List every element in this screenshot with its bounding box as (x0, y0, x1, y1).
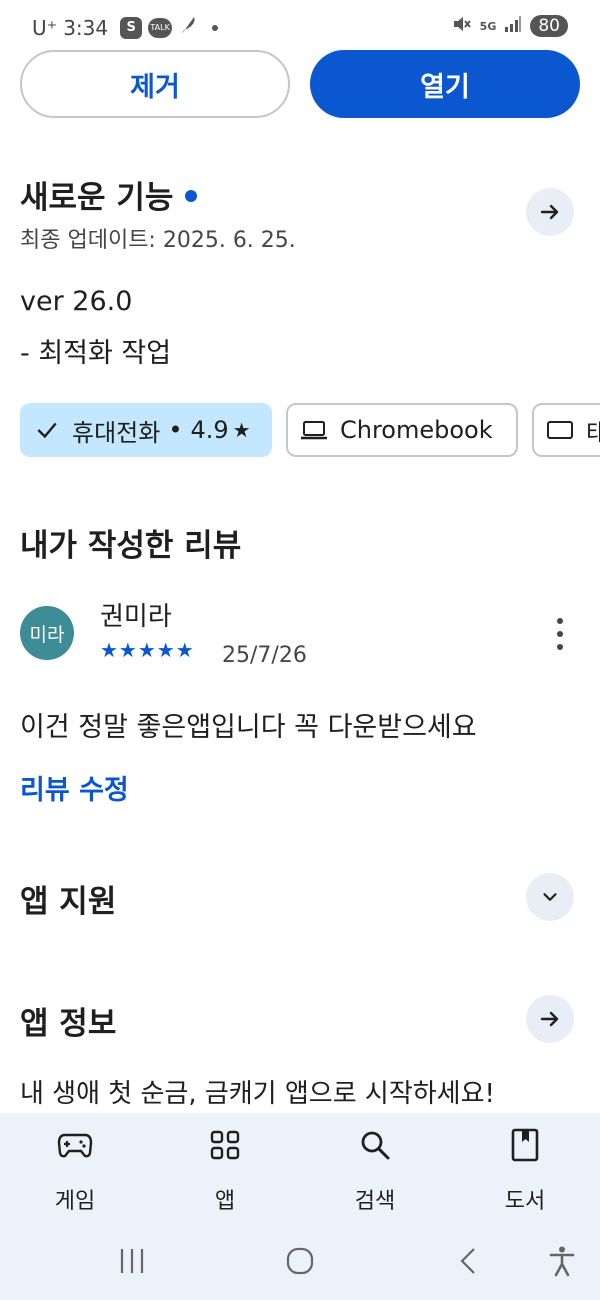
new-indicator-dot-icon (185, 189, 198, 202)
app-info-title[interactable]: 앱 정보 (20, 998, 116, 1043)
system-navigation-bar (0, 1241, 600, 1281)
chip-phone-rating: 4.9 (190, 416, 229, 444)
check-icon (37, 422, 57, 439)
notification-dot-icon (212, 24, 219, 31)
nav-games[interactable]: 게임 (20, 1125, 130, 1215)
whats-new-title[interactable]: 새로운 기능 (20, 172, 198, 217)
home-button[interactable] (280, 1241, 320, 1281)
chip-chromebook-label: Chromebook (340, 416, 493, 444)
search-icon (355, 1125, 395, 1165)
recents-button[interactable] (112, 1241, 152, 1281)
battery-level: 80 (530, 15, 568, 37)
back-icon (460, 1248, 475, 1274)
nav-apps-label: 앱 (214, 1189, 236, 1214)
status-bar: U⁺ 3:34 S TALK 5G 80 (0, 0, 600, 50)
more-vert-dot (557, 644, 563, 650)
recents-icon (120, 1249, 144, 1273)
back-button[interactable] (448, 1241, 488, 1281)
whats-new-title-text: 새로운 기능 (20, 180, 174, 216)
star-icon: ★ (232, 418, 251, 442)
nav-search[interactable]: 검색 (320, 1125, 430, 1215)
clock: 3:34 (63, 15, 109, 40)
accessibility-button[interactable] (542, 1241, 582, 1281)
more-vert-icon (557, 618, 563, 624)
status-left: U⁺ 3:34 S TALK (32, 14, 219, 41)
update-note: - 최적화 작업 (20, 338, 172, 369)
accessibility-icon (549, 1246, 575, 1277)
feather-icon (178, 14, 198, 41)
kakaotalk-icon: TALK (148, 17, 173, 38)
s-app-icon: S (120, 16, 143, 39)
book-icon (505, 1125, 545, 1165)
nav-apps[interactable]: 앱 (170, 1125, 280, 1215)
more-vert-dot (557, 631, 563, 637)
laptop-icon (301, 421, 327, 440)
app-support-expand-button[interactable] (526, 873, 574, 921)
reviewer-name: 권미라 (100, 602, 172, 632)
chip-separator: • (168, 416, 183, 444)
arrow-right-icon (540, 204, 559, 220)
chip-phone-label: 휴대전화 (72, 418, 161, 447)
arrow-right-icon (540, 1011, 559, 1027)
nav-search-label: 검색 (354, 1189, 396, 1214)
chip-tablet-label: 태블릿 (586, 418, 600, 447)
gamepad-icon (55, 1125, 95, 1165)
my-review-title: 내가 작성한 리뷰 (20, 528, 242, 564)
chip-tablet[interactable]: 태블릿 (532, 403, 600, 457)
remove-button[interactable]: 제거 (20, 50, 290, 118)
apps-grid-icon (205, 1125, 245, 1165)
edit-review-link[interactable]: 리뷰 수정 (20, 768, 129, 807)
app-support-title[interactable]: 앱 지원 (20, 876, 116, 921)
status-right: 5G 80 (452, 14, 568, 38)
tablet-icon (547, 421, 573, 439)
carrier-label: U⁺ (32, 15, 58, 40)
network-type: 5G (479, 19, 497, 33)
device-chips: 휴대전화 • 4.9 ★ Chromebook 태블릿 (20, 403, 600, 457)
whats-new-arrow-button[interactable] (526, 188, 574, 236)
chip-chromebook[interactable]: Chromebook (286, 403, 518, 457)
open-button[interactable]: 열기 (310, 50, 580, 118)
signal-icon (504, 15, 522, 37)
last-updated: 최종 업데이트: 2025. 6. 25. (20, 228, 296, 253)
nav-books[interactable]: 도서 (470, 1125, 580, 1215)
home-icon (286, 1247, 314, 1275)
nav-books-label: 도서 (504, 1189, 546, 1214)
bottom-navigation: 게임 앱 검색 도서 (0, 1113, 600, 1300)
version-text: ver 26.0 (20, 286, 133, 317)
chip-phone[interactable]: 휴대전화 • 4.9 ★ (20, 403, 272, 457)
action-buttons: 제거 열기 (20, 50, 580, 118)
review-text: 이건 정말 좋은앱입니다 꼭 다운받으세요 (20, 712, 477, 743)
avatar: 미라 (20, 606, 74, 660)
chevron-down-icon (543, 893, 557, 901)
mute-icon (452, 14, 472, 38)
app-info-description: 내 생애 첫 순금, 금캐기 앱으로 시작하세요! (20, 1079, 495, 1109)
review-date: 25/7/26 (222, 643, 307, 668)
review-more-menu-button[interactable] (548, 614, 572, 654)
app-info-arrow-button[interactable] (526, 995, 574, 1043)
review-stars: ★★★★★ (100, 638, 195, 662)
nav-games-label: 게임 (54, 1189, 96, 1214)
